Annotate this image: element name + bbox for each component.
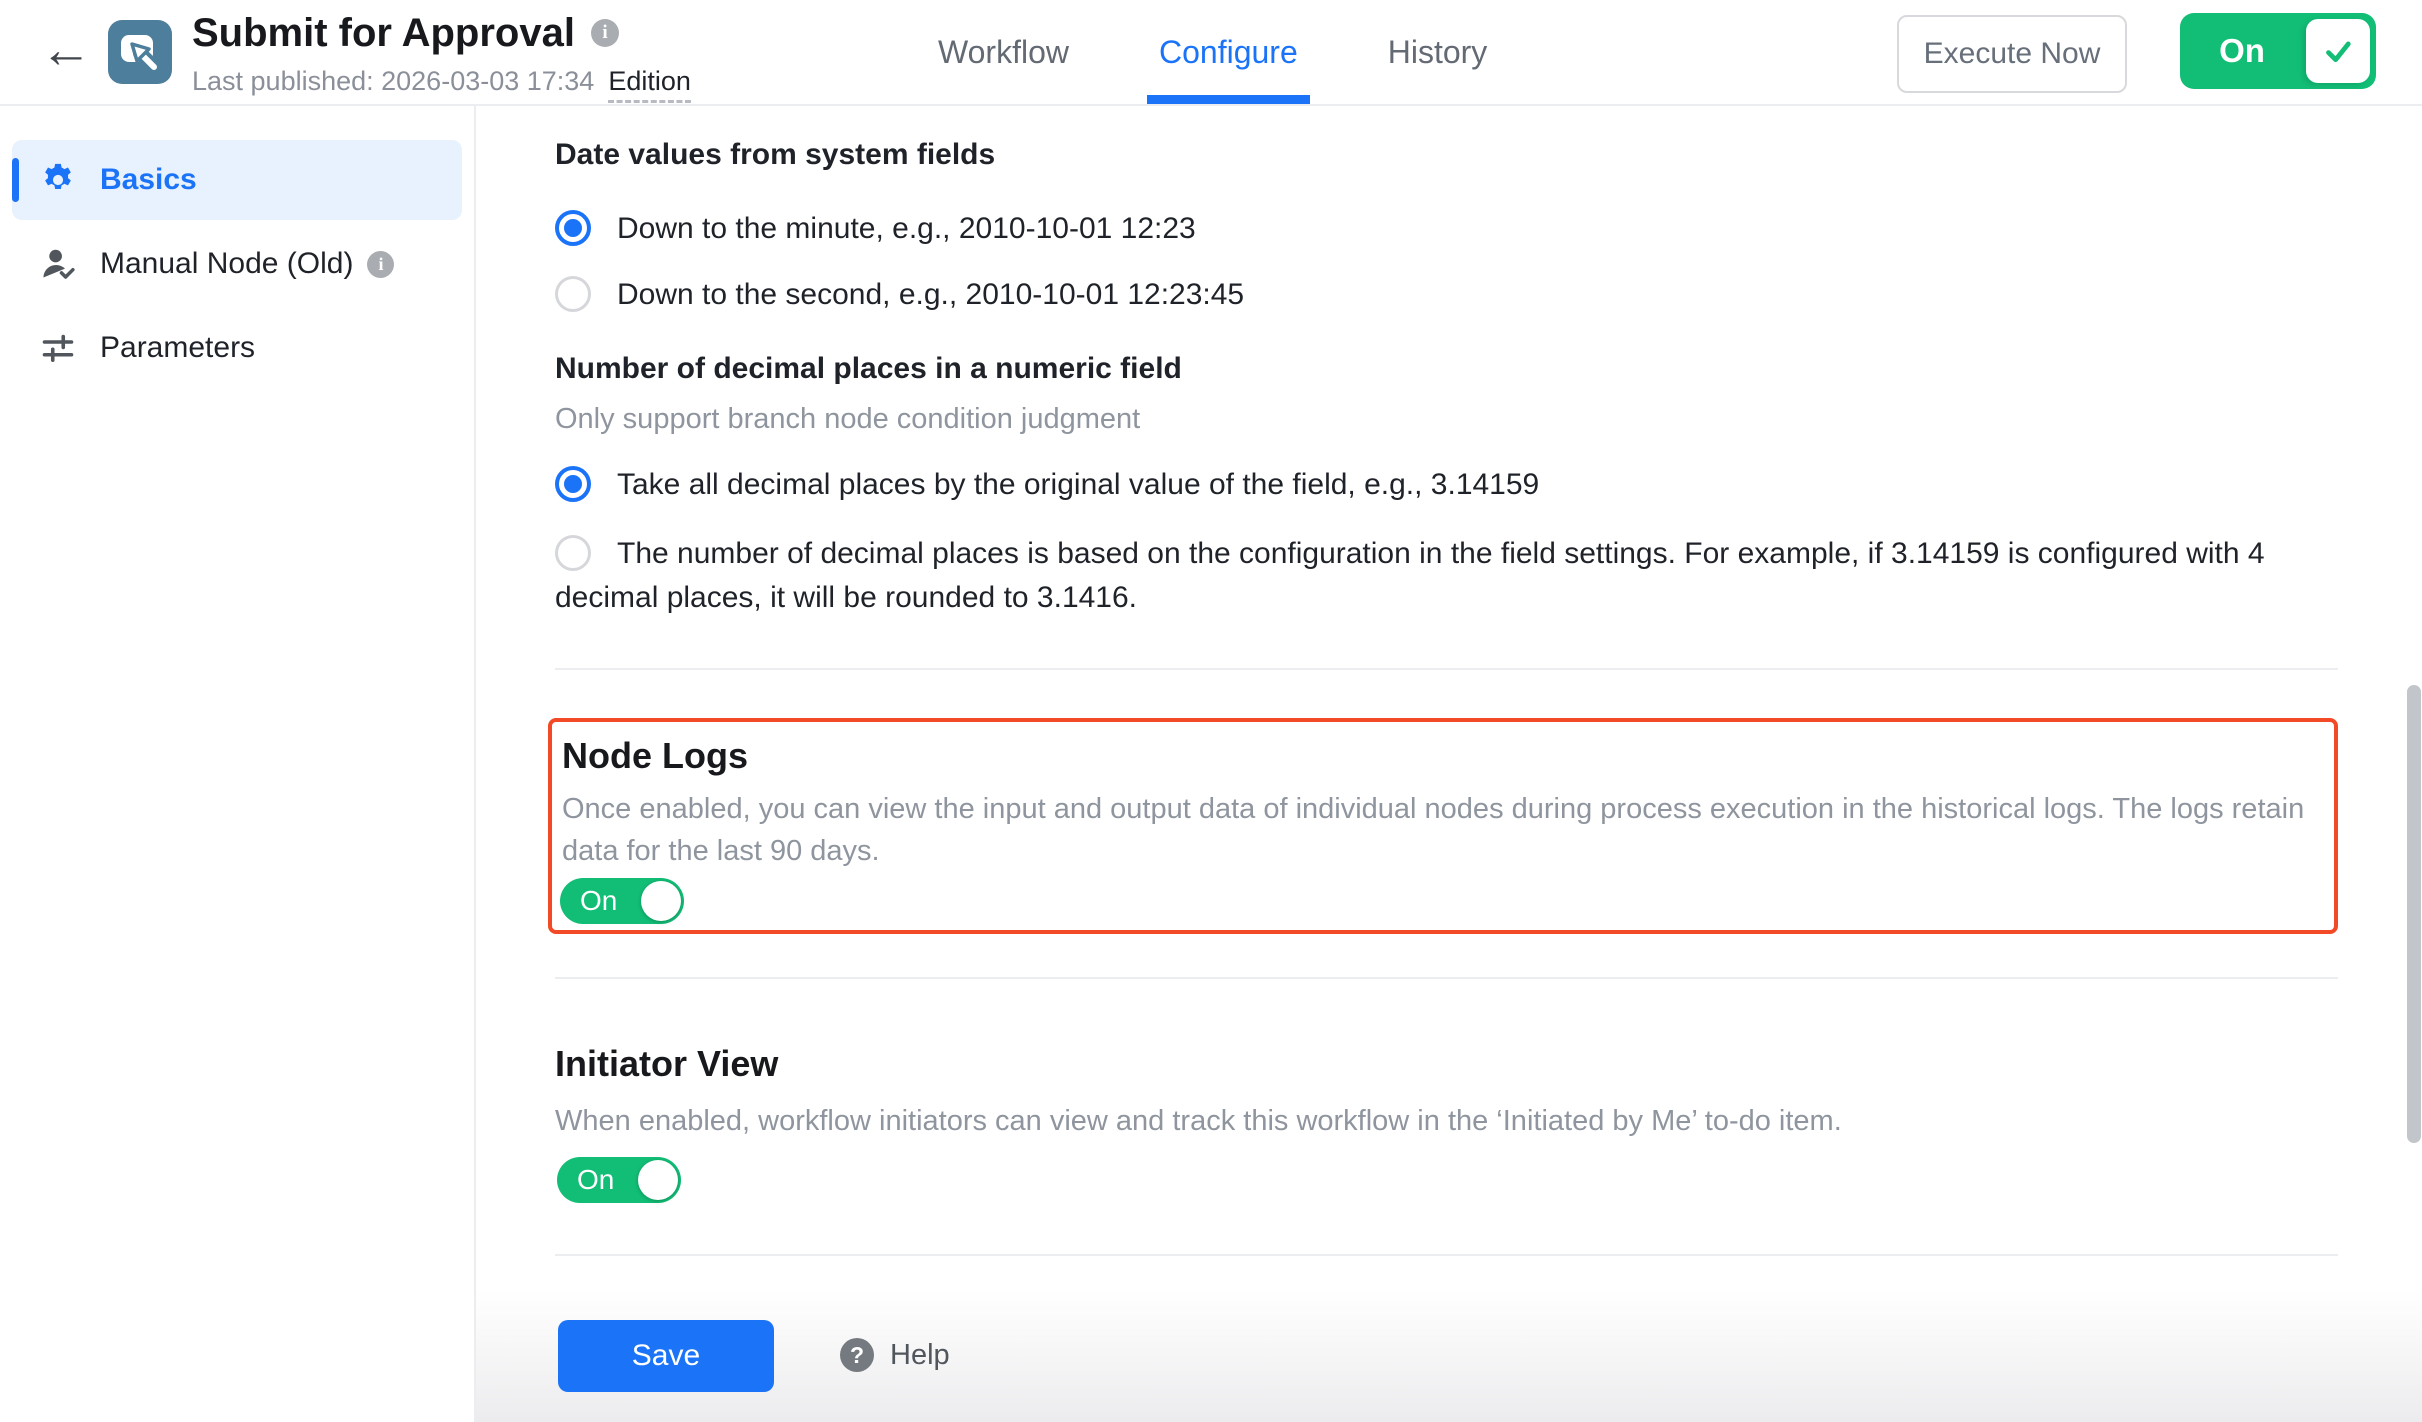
vertical-scrollbar-thumb[interactable]	[2407, 685, 2421, 1143]
decimal-places-subtext: Only support branch node condition judgm…	[555, 398, 1140, 440]
section-divider	[555, 1254, 2338, 1256]
section-divider	[555, 668, 2338, 670]
radio-unselected-icon	[555, 276, 591, 312]
check-icon	[2319, 32, 2357, 70]
back-button[interactable]: ←	[38, 22, 94, 78]
tab-workflow[interactable]: Workflow	[930, 0, 1077, 104]
radio-field-settings-decimal[interactable]: The number of decimal places is based on…	[555, 532, 2325, 620]
radio-label: Down to the second, e.g., 2010-10-01 12:…	[617, 278, 1244, 311]
radio-down-to-minute[interactable]: Down to the minute, e.g., 2010-10-01 12:…	[555, 207, 2275, 251]
help-link[interactable]: ? Help	[840, 1338, 950, 1372]
workflow-status-label: On	[2180, 13, 2304, 89]
sidebar-item-label: Basics	[100, 163, 197, 197]
gear-icon	[38, 160, 78, 200]
configure-panel: Date values from system fields Down to t…	[476, 104, 2422, 1422]
radio-label: The number of decimal places is based on…	[555, 537, 2265, 614]
node-logs-heading: Node Logs	[562, 734, 748, 778]
sliders-icon	[38, 328, 78, 368]
save-button[interactable]: Save	[558, 1320, 774, 1392]
help-question-icon: ?	[840, 1338, 874, 1372]
person-check-icon	[38, 244, 78, 284]
sidebar-item-basics[interactable]: Basics	[12, 140, 462, 220]
nav-tabs: Workflow Configure History	[930, 0, 1495, 104]
initiator-view-description: When enabled, workflow initiators can vi…	[555, 1100, 2315, 1142]
radio-all-decimal-places[interactable]: Take all decimal places by the original …	[555, 463, 2315, 507]
header: ← Submit for Approval i Last published: …	[0, 0, 2422, 106]
radio-unselected-icon	[555, 535, 591, 571]
radio-label: Take all decimal places by the original …	[617, 468, 1539, 501]
workflow-app-icon	[108, 20, 172, 84]
title-block: Submit for Approval i Last published: 20…	[192, 8, 691, 103]
page-title: Submit for Approval	[192, 11, 575, 56]
toggle-knob	[638, 1160, 678, 1200]
initiator-view-heading: Initiator View	[555, 1042, 778, 1086]
edition-selector[interactable]: Edition	[608, 66, 691, 103]
toggle-on-label: On	[580, 878, 617, 924]
radio-selected-icon	[555, 466, 591, 502]
radio-label: Down to the minute, e.g., 2010-10-01 12:…	[617, 212, 1196, 245]
toggle-knob	[641, 881, 681, 921]
execute-now-button[interactable]: Execute Now	[1897, 15, 2127, 93]
node-logs-toggle[interactable]: On	[560, 878, 684, 924]
date-values-heading: Date values from system fields	[555, 136, 995, 174]
back-arrow-icon: ←	[40, 20, 92, 80]
node-logs-description: Once enabled, you can view the input and…	[562, 788, 2318, 872]
title-info-icon[interactable]: i	[591, 19, 619, 47]
sidebar-item-manual-node[interactable]: Manual Node (Old) i	[12, 224, 462, 304]
manual-node-info-icon[interactable]: i	[367, 251, 394, 278]
radio-selected-icon	[555, 210, 591, 246]
radio-down-to-second[interactable]: Down to the second, e.g., 2010-10-01 12:…	[555, 273, 2275, 317]
help-label: Help	[890, 1339, 950, 1372]
workflow-status-toggle[interactable]: On	[2180, 13, 2376, 89]
sidebar-item-label: Parameters	[100, 331, 255, 365]
sidebar-item-parameters[interactable]: Parameters	[12, 308, 462, 388]
section-divider	[555, 977, 2338, 979]
tab-configure[interactable]: Configure	[1151, 0, 1306, 104]
decimal-places-heading: Number of decimal places in a numeric fi…	[555, 350, 1182, 388]
workflow-configure-page: ← Submit for Approval i Last published: …	[0, 0, 2422, 1422]
tab-history[interactable]: History	[1380, 0, 1496, 104]
last-published-text: Last published: 2026-03-03 17:34	[192, 66, 594, 97]
toggle-on-label: On	[577, 1157, 614, 1203]
workflow-status-knob	[2306, 19, 2370, 83]
node-logs-highlight-box: Node Logs Once enabled, you can view the…	[548, 718, 2338, 934]
active-indicator-bar	[12, 158, 19, 202]
sidebar: Basics Manual Node (Old) i	[0, 104, 476, 1422]
initiator-view-toggle[interactable]: On	[557, 1157, 681, 1203]
sidebar-item-label: Manual Node (Old)	[100, 247, 353, 281]
